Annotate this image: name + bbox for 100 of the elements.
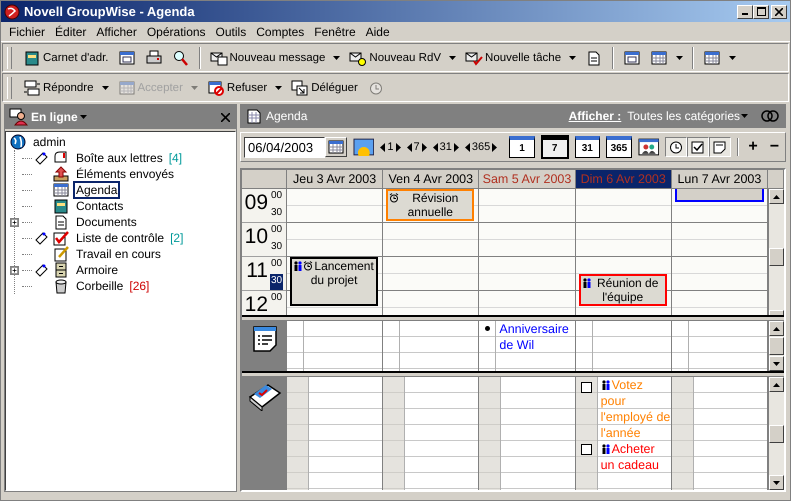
toolbar-button[interactable]: Refuser <box>202 78 286 98</box>
mode-dropdown[interactable]: En ligne <box>31 110 87 124</box>
next-arrow-icon[interactable] <box>422 142 427 152</box>
folder-item[interactable]: Travail en cours <box>73 246 164 262</box>
menu-item[interactable]: Comptes <box>251 24 310 38</box>
next-arrow-icon[interactable] <box>396 142 401 152</box>
minute-label: 30 <box>270 240 284 254</box>
sunrise-icon[interactable] <box>352 138 374 156</box>
step-label: 1 <box>387 141 394 153</box>
calendar-forbidden-icon <box>206 80 225 96</box>
folder-item[interactable]: Boîte aux lettres <box>73 150 166 166</box>
close-icon <box>221 112 230 122</box>
expand-icon[interactable] <box>10 266 19 274</box>
caret-icon <box>80 115 87 119</box>
up-arrow-icon <box>772 326 780 330</box>
scroll-up-button[interactable] <box>768 377 784 392</box>
minute-label: 30 <box>270 274 284 290</box>
menu-item[interactable]: Aide <box>360 24 395 38</box>
toggle-button[interactable] <box>687 137 710 157</box>
previous-arrow-icon[interactable] <box>464 142 470 152</box>
next-arrow-icon[interactable] <box>454 142 459 152</box>
selected-time-slot[interactable] <box>674 189 764 202</box>
zoom-in-button[interactable]: + <box>745 138 761 156</box>
close-icon <box>775 8 783 16</box>
folder-item[interactable]: Agenda <box>73 181 120 199</box>
reply-icon <box>23 80 41 96</box>
folder-item[interactable]: Contacts <box>73 198 126 214</box>
scrollbar[interactable] <box>768 377 784 490</box>
previous-arrow-icon[interactable] <box>432 142 438 152</box>
toolbar-button[interactable]: Répondre <box>19 78 113 98</box>
zoom-out-button[interactable]: − <box>766 138 782 156</box>
scroll-up-button[interactable] <box>768 321 784 336</box>
menu-item[interactable]: Fichier <box>4 24 50 38</box>
scroll-thumb[interactable] <box>768 337 784 355</box>
book-icon <box>52 198 70 214</box>
task-entry[interactable]: Acheter un cadeau <box>600 441 671 473</box>
folder-item[interactable]: Documents <box>73 214 140 230</box>
toggle-button[interactable] <box>665 137 688 157</box>
menu-item[interactable]: Fenêtre <box>309 24 361 38</box>
envelope-check-icon <box>465 50 484 66</box>
scroll-thumb[interactable] <box>768 424 784 442</box>
folder-item[interactable]: Éléments envoyés <box>73 166 178 182</box>
panel-icon <box>623 50 642 66</box>
item-count: [2] <box>170 231 184 245</box>
menu-item[interactable]: Opérations <box>142 24 211 38</box>
address-book-icon <box>23 50 41 66</box>
toolbar-button[interactable]: Carnet d'adr. <box>19 48 112 68</box>
close-button[interactable] <box>771 4 787 18</box>
menu-item[interactable]: Éditer <box>50 24 92 38</box>
menu-item[interactable]: Outils <box>210 24 252 38</box>
scroll-thumb[interactable] <box>768 248 784 266</box>
notes-icon <box>250 325 278 353</box>
toolbar-button[interactable]: Nouveau message <box>206 48 344 68</box>
appointment[interactable]: Réunion de l'équipe <box>578 274 667 306</box>
caret-icon <box>569 56 576 60</box>
scroll-down-button[interactable] <box>768 475 784 490</box>
toolbar-button[interactable]: Nouveau RdV <box>345 48 460 68</box>
rings-icon[interactable] <box>760 108 780 124</box>
folder-item[interactable]: Armoire <box>73 262 122 278</box>
view-button[interactable]: 1 <box>509 136 535 158</box>
hour-label: 12 <box>244 292 268 315</box>
task-checkbox[interactable] <box>580 382 592 393</box>
folder-item[interactable]: Corbeille <box>73 278 126 294</box>
close-pane-button[interactable] <box>219 110 232 124</box>
calendar-icon <box>118 80 136 96</box>
view-button[interactable]: 365 <box>606 136 632 158</box>
scrollbar[interactable] <box>768 189 784 315</box>
folder-item[interactable]: Liste de contrôle <box>73 230 168 246</box>
minimize-button[interactable] <box>737 4 753 18</box>
toggle-button[interactable] <box>709 137 732 157</box>
date-field[interactable]: 06/04/2003 <box>244 136 325 158</box>
next-arrow-icon[interactable] <box>492 142 498 152</box>
appointment[interactable]: Révision annuelle <box>386 189 474 221</box>
view-title: Agenda <box>266 109 308 123</box>
toolbar-button[interactable]: Déléguer <box>287 78 362 98</box>
scroll-down-button[interactable] <box>768 356 784 371</box>
minute-label: 00 <box>270 257 284 271</box>
appointment[interactable]: Lancement du projet <box>290 257 378 306</box>
date-picker-button[interactable] <box>324 137 347 157</box>
task-checkbox[interactable] <box>580 444 592 455</box>
scrollbar[interactable] <box>768 321 784 371</box>
menu-item[interactable]: Afficher <box>91 24 142 38</box>
calendar-icon <box>246 108 262 124</box>
maximize-button[interactable] <box>753 4 769 18</box>
people-icon[interactable] <box>638 138 660 156</box>
minimize-icon <box>742 13 748 15</box>
caret-icon <box>741 114 748 118</box>
filter-label: Afficher : <box>568 109 622 123</box>
expand-icon[interactable] <box>10 218 19 226</box>
hour-label: 10 <box>244 224 268 250</box>
search-icon <box>172 50 190 66</box>
category-dropdown[interactable]: Toutes les catégories <box>627 109 748 123</box>
view-button[interactable]: 31 <box>574 136 600 158</box>
view-button[interactable]: 7 <box>540 135 568 159</box>
previous-arrow-icon[interactable] <box>406 142 412 152</box>
scroll-up-button[interactable] <box>768 189 784 204</box>
folder-item[interactable]: admin <box>30 134 69 150</box>
previous-arrow-icon[interactable] <box>380 142 386 152</box>
toolbar-button[interactable]: Nouvelle tâche <box>461 48 580 68</box>
grid-icon <box>650 50 668 66</box>
